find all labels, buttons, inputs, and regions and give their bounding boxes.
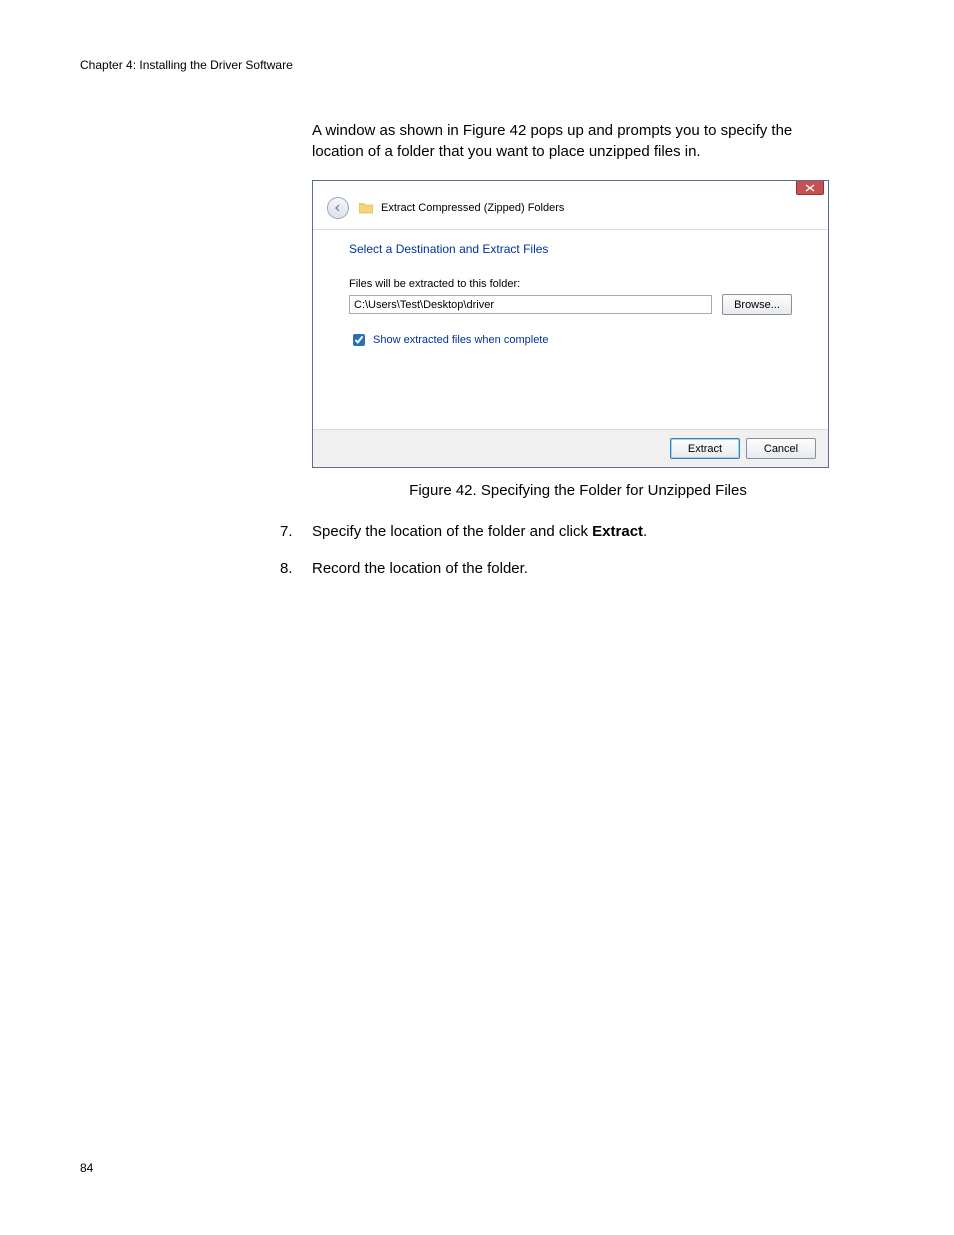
show-files-checkbox-row[interactable]: Show extracted files when complete (349, 331, 792, 349)
destination-path-input[interactable] (349, 295, 712, 314)
page-number: 84 (80, 1161, 93, 1175)
step-7: 7. Specify the location of the folder an… (280, 521, 844, 542)
browse-button[interactable]: Browse... (722, 294, 792, 315)
close-icon (805, 184, 815, 192)
dialog-instruction: Select a Destination and Extract Files (349, 242, 792, 256)
show-files-checkbox-label: Show extracted files when complete (373, 334, 548, 346)
step-number: 7. (280, 521, 312, 542)
figure-caption: Figure 42. Specifying the Folder for Unz… (312, 482, 844, 499)
show-files-checkbox[interactable] (353, 334, 365, 346)
path-label: Files will be extracted to this folder: (349, 278, 792, 290)
step-text: Record the location of the folder. (312, 558, 844, 579)
extract-button[interactable]: Extract (670, 438, 740, 459)
step-number: 8. (280, 558, 312, 579)
chapter-header: Chapter 4: Installing the Driver Softwar… (80, 58, 874, 72)
cancel-button[interactable]: Cancel (746, 438, 816, 459)
arrow-left-icon (333, 203, 343, 213)
extract-dialog: Extract Compressed (Zipped) Folders Sele… (312, 180, 829, 468)
intro-paragraph: A window as shown in Figure 42 pops up a… (312, 120, 844, 162)
close-button[interactable] (796, 181, 824, 195)
dialog-title: Extract Compressed (Zipped) Folders (381, 202, 564, 214)
step-8: 8. Record the location of the folder. (280, 558, 844, 579)
step-text: Specify the location of the folder and c… (312, 521, 844, 542)
folder-icon (359, 202, 373, 214)
dialog-titlebar (313, 181, 828, 195)
back-button[interactable] (327, 197, 349, 219)
